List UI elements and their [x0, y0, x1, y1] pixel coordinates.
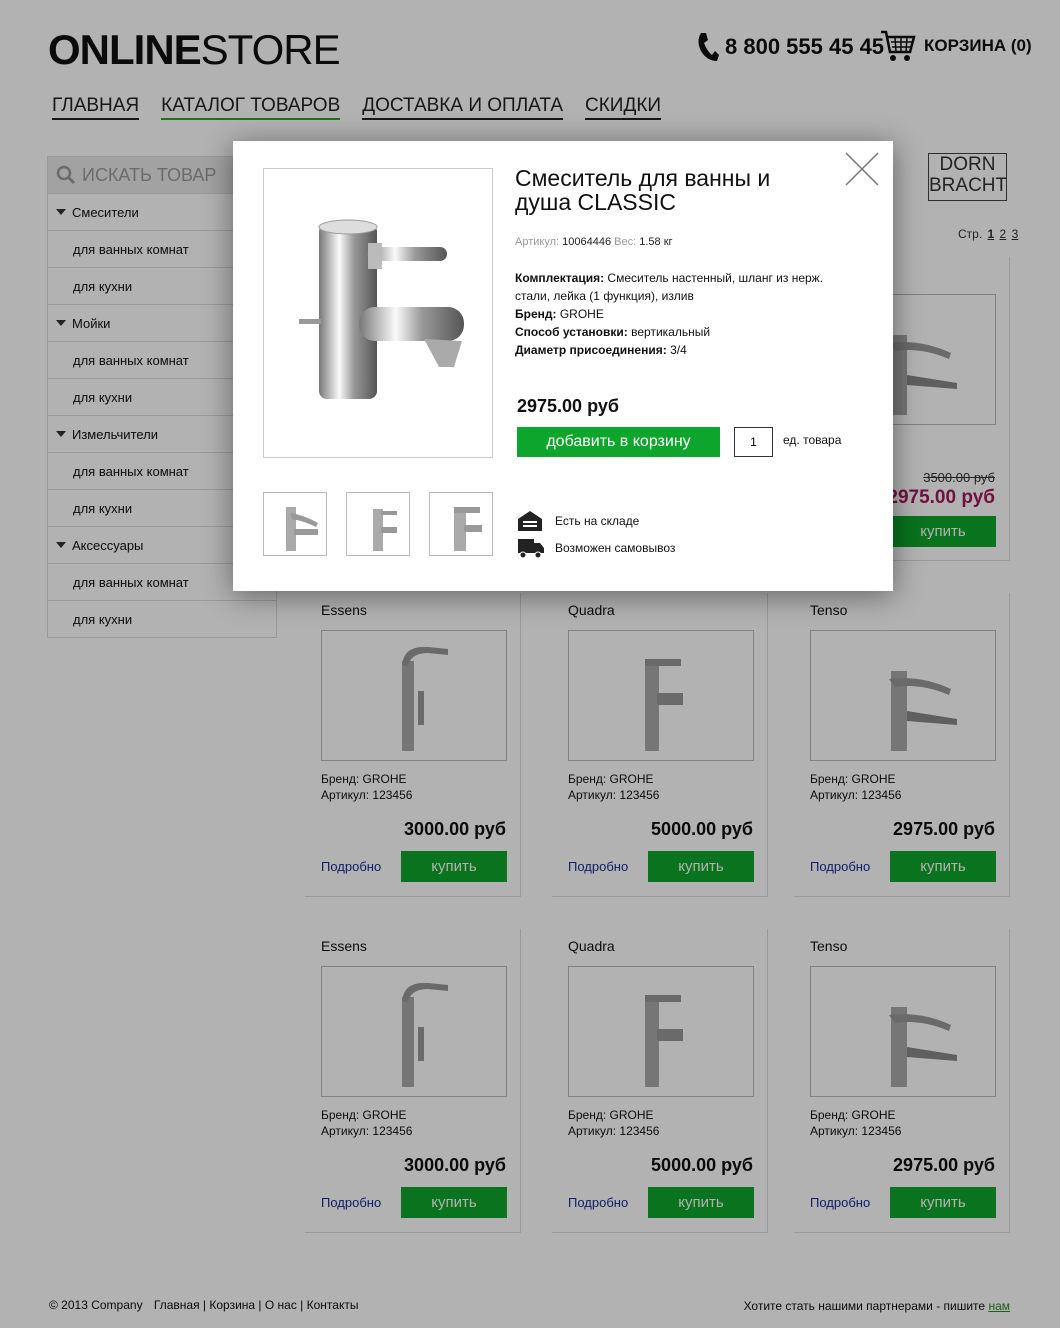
page: ONLINESTORE 8 800 555 45 45 КОРЗИНА (0) … [0, 0, 1060, 1328]
add-to-cart-button[interactable]: добавить в корзину [517, 427, 720, 457]
product-main-image[interactable] [263, 168, 493, 458]
spec-key: Комплектация: [515, 271, 605, 285]
spec-row: Способ установки: вертикальный [515, 323, 855, 341]
spec-value: 3/4 [670, 343, 687, 357]
spec-key: Диаметр присоединения: [515, 343, 667, 357]
warehouse-icon [518, 511, 542, 531]
article-label: Артикул: [515, 236, 560, 248]
product-title: Смеситель для ванны и душа CLASSIC [515, 165, 771, 215]
thumbnail-2[interactable] [346, 492, 410, 556]
quantity-input[interactable] [734, 427, 773, 457]
spec-key: Способ установки: [515, 325, 628, 339]
thumbnail-3[interactable] [429, 492, 493, 556]
thumbnail-1[interactable] [263, 492, 327, 556]
product-specs: Комплектация: Смеситель настенный, шланг… [515, 269, 855, 359]
in-stock-text: Есть на складе [555, 514, 640, 528]
weight-value: 1.58 кг [639, 236, 673, 248]
spec-row: Комплектация: Смеситель настенный, шланг… [515, 269, 855, 305]
truck-icon [518, 539, 544, 559]
close-icon[interactable] [844, 151, 880, 187]
spec-row: Бренд: GROHE [515, 305, 855, 323]
product-price: 2975.00 руб [517, 396, 619, 416]
spec-row: Диаметр присоединения: 3/4 [515, 341, 855, 359]
weight-label: Вес: [614, 236, 637, 248]
product-article-line: Артикул: 10064446 Вес: 1.58 кг [515, 236, 673, 248]
pickup-status: Возможен самовывоз [517, 537, 675, 559]
spec-value: вертикальный [631, 325, 711, 339]
stock-status: Есть на складе [517, 510, 639, 532]
quantity-unit: ед. товара [783, 433, 842, 447]
spec-key: Бренд: [515, 307, 557, 321]
article-value: 10064446 [562, 236, 612, 248]
spec-value: GROHE [559, 307, 604, 321]
pickup-text: Возможен самовывоз [555, 541, 676, 555]
product-modal: Смеситель для ванны и душа CLASSIC Артик… [233, 141, 893, 591]
